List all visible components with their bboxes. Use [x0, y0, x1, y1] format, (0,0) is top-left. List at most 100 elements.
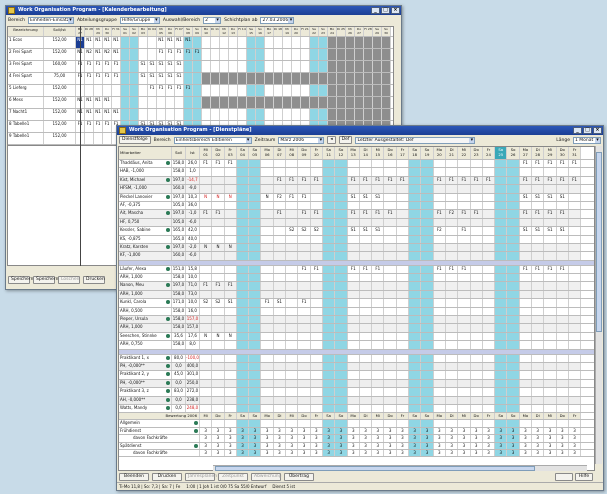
shift-cell[interactable] — [396, 316, 410, 324]
shift-cell[interactable] — [482, 243, 496, 252]
shift-cell[interactable] — [482, 218, 496, 227]
prev-button[interactable]: ◂ — [327, 136, 336, 144]
shift-cell[interactable] — [273, 243, 287, 252]
summary-cell[interactable]: 3 — [261, 442, 274, 449]
minimize-button[interactable]: _ — [371, 7, 380, 14]
back-shift-cell[interactable] — [373, 73, 382, 84]
shift-cell[interactable] — [311, 332, 323, 341]
back-shift-cell[interactable] — [382, 85, 391, 96]
shift-cell[interactable] — [409, 362, 422, 371]
shift-cell[interactable]: F1 — [212, 160, 225, 168]
summary-cell[interactable]: 3 — [384, 449, 397, 457]
shift-cell[interactable] — [360, 274, 373, 282]
back-action-button[interactable]: Speichern — [33, 276, 58, 284]
day-header[interactable]: Sa 18 — [409, 147, 422, 159]
shift-cell[interactable] — [557, 332, 569, 341]
shift-cell[interactable] — [470, 290, 483, 299]
summary-cell[interactable]: 3 — [532, 449, 545, 457]
shift-cell[interactable] — [225, 168, 237, 176]
shift-cell[interactable] — [249, 252, 262, 260]
shift-cell[interactable] — [322, 316, 336, 324]
employee-row[interactable]: HF, 0,750 105,0 -6,0 — [119, 218, 594, 228]
shift-cell[interactable] — [310, 362, 323, 371]
back-shift-cell[interactable]: F1 — [148, 85, 157, 96]
shift-cell[interactable] — [273, 218, 287, 227]
shift-cell[interactable] — [200, 227, 213, 235]
shift-cell[interactable]: S2 — [298, 227, 311, 235]
shift-cell[interactable] — [360, 201, 373, 210]
summary-cell[interactable]: 3 — [421, 435, 434, 442]
back-shift-cell[interactable] — [337, 37, 346, 48]
back-shift-cell[interactable] — [355, 37, 364, 48]
summary-cell[interactable]: 3 — [348, 427, 360, 435]
shift-cell[interactable] — [421, 274, 434, 282]
back-shift-cell[interactable]: N1 — [103, 37, 112, 48]
back-shift-cell[interactable] — [238, 85, 247, 96]
shift-cell[interactable] — [569, 307, 582, 316]
shift-cell[interactable] — [236, 176, 250, 185]
shift-cell[interactable]: F1 — [532, 176, 545, 185]
shift-cell[interactable] — [520, 371, 533, 379]
shift-cell[interactable] — [471, 227, 483, 235]
back-shift-cell[interactable] — [211, 109, 220, 120]
shift-cell[interactable] — [273, 316, 287, 324]
back-shift-cell[interactable] — [229, 73, 238, 84]
shift-cell[interactable] — [519, 218, 533, 227]
shift-cell[interactable] — [397, 274, 410, 282]
shift-cell[interactable] — [458, 332, 471, 341]
shift-cell[interactable] — [236, 362, 250, 371]
day-header[interactable]: Di 07 — [273, 147, 287, 159]
back-shift-cell[interactable]: S1 — [166, 73, 175, 84]
shift-cell[interactable] — [384, 282, 397, 290]
day-header[interactable]: Do 16 — [384, 147, 397, 159]
shift-cell[interactable] — [274, 371, 287, 379]
shift-cell[interactable] — [483, 371, 496, 379]
shift-cell[interactable] — [507, 354, 520, 362]
shift-cell[interactable] — [507, 396, 520, 404]
shift-cell[interactable] — [261, 354, 274, 362]
shift-cell[interactable] — [236, 265, 250, 274]
shift-cell[interactable] — [360, 235, 373, 243]
back-shift-cell[interactable] — [364, 49, 373, 60]
summary-cell[interactable]: 3 — [384, 427, 397, 435]
shift-cell[interactable]: S2 — [212, 299, 225, 307]
shift-cell[interactable] — [322, 354, 336, 362]
shift-cell[interactable] — [507, 218, 520, 227]
summary-cell[interactable] — [249, 420, 262, 427]
summary-cell[interactable]: 3 — [322, 449, 336, 457]
shift-cell[interactable] — [212, 396, 225, 404]
back-shift-cell[interactable]: F1 — [103, 73, 112, 84]
shift-cell[interactable]: F1 — [520, 160, 533, 168]
shift-cell[interactable] — [507, 290, 520, 299]
shift-cell[interactable] — [359, 252, 373, 260]
shift-cell[interactable] — [322, 388, 336, 396]
shift-cell[interactable] — [249, 290, 262, 299]
shift-cell[interactable] — [471, 160, 483, 168]
shift-cell[interactable] — [458, 307, 471, 316]
shift-cell[interactable] — [495, 243, 508, 252]
shift-cell[interactable] — [335, 299, 348, 307]
back-shift-cell[interactable] — [265, 97, 274, 108]
back-shift-cell[interactable]: F1 — [193, 49, 202, 60]
shift-cell[interactable] — [360, 332, 373, 341]
day-header[interactable]: Mo 20 — [433, 147, 446, 159]
shift-cell[interactable] — [249, 227, 262, 235]
shift-cell[interactable] — [471, 299, 483, 307]
shift-cell[interactable] — [261, 324, 274, 332]
summary-cell[interactable]: 3 — [212, 427, 225, 435]
back-shift-cell[interactable] — [256, 37, 265, 48]
back-shift-cell[interactable] — [94, 85, 103, 96]
shift-cell[interactable] — [261, 362, 274, 371]
back-shift-cell[interactable]: N1 — [94, 49, 103, 60]
summary-cell[interactable]: 3 — [471, 442, 483, 449]
summary-cell[interactable] — [274, 420, 287, 427]
shift-cell[interactable] — [495, 324, 508, 332]
back-shift-cell[interactable] — [292, 37, 301, 48]
shift-cell[interactable] — [568, 243, 582, 252]
back-shift-cell[interactable] — [130, 73, 139, 84]
shift-cell[interactable] — [310, 282, 323, 290]
back-shift-cell[interactable] — [148, 37, 157, 48]
shift-cell[interactable] — [471, 341, 483, 349]
back-shift-cell[interactable] — [139, 49, 148, 60]
shift-cell[interactable] — [507, 307, 520, 316]
